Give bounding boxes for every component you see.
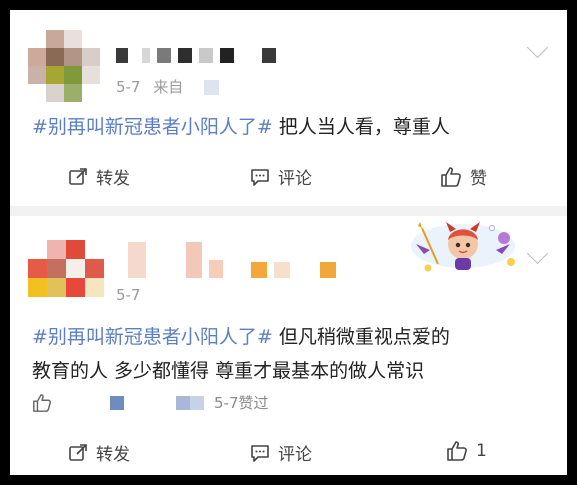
comment-icon	[251, 168, 269, 186]
post-separator	[10, 206, 567, 216]
post-content: #别再叫新冠患者小阳人了# 把人当人看，尊重人	[32, 110, 450, 144]
thumbs-up-icon	[33, 393, 52, 412]
hashtag-link[interactable]: #别再叫新冠患者小阳人了#	[32, 116, 273, 138]
repost-label: 转发	[96, 169, 130, 189]
feed-post[interactable]: 5-7 来自 #别再叫新冠患者小阳人了# 把人当人看，尊重人 转发 评论 赞	[10, 10, 567, 206]
post-date: 5-7	[116, 78, 141, 96]
hashtag-link[interactable]: #别再叫新冠患者小阳人了#	[32, 326, 273, 348]
repost-button[interactable]: 转发	[68, 440, 130, 465]
share-icon	[69, 167, 87, 185]
avatar[interactable]	[28, 240, 104, 297]
post-date: 5-7	[116, 286, 141, 304]
share-icon	[69, 443, 87, 461]
liker-redacted	[190, 395, 204, 410]
like-label: 赞	[470, 169, 487, 189]
liker-redacted	[176, 395, 190, 410]
like-info: 5-7赞过	[214, 394, 269, 412]
chevron-down-icon[interactable]	[526, 242, 549, 265]
username-redacted[interactable]	[116, 48, 276, 63]
feed-post[interactable]: 5-7 #别再叫新冠患者小阳人了# 但凡稍微重视点爱的 教育的人 多少都懂得 尊…	[10, 216, 567, 475]
like-button[interactable]: 赞	[440, 164, 487, 189]
post-content: #别再叫新冠患者小阳人了# 但凡稍微重视点爱的 教育的人 多少都懂得 尊重才最基…	[32, 320, 450, 388]
comment-label: 评论	[278, 169, 312, 189]
screenshot-frame: 5-7 来自 #别再叫新冠患者小阳人了# 把人当人看，尊重人 转发 评论 赞 5…	[10, 10, 567, 475]
repost-button[interactable]: 转发	[68, 164, 130, 189]
comment-label: 评论	[278, 445, 312, 465]
thumbs-up-icon	[447, 441, 467, 461]
source-redacted	[204, 80, 220, 95]
thumbs-up-icon	[441, 166, 461, 187]
post-meta: 5-7 来自	[116, 76, 220, 97]
username-redacted[interactable]	[128, 242, 336, 278]
avatar[interactable]	[28, 30, 100, 102]
source-prefix: 来自	[153, 78, 184, 96]
action-bar: 转发 评论 赞	[10, 156, 567, 196]
comment-icon	[251, 444, 269, 462]
post-text: 把人当人看，尊重人	[272, 116, 450, 138]
action-bar: 转发 评论 1	[10, 434, 567, 474]
comment-button[interactable]: 评论	[250, 164, 312, 189]
like-button[interactable]: 1	[446, 440, 487, 462]
comment-button[interactable]: 评论	[250, 440, 312, 465]
chevron-down-icon[interactable]	[526, 36, 549, 59]
like-count: 1	[476, 441, 487, 461]
liked-by-row: 5-7赞过	[32, 392, 269, 413]
devil-sticker-icon	[411, 222, 515, 272]
post-text-line2: 教育的人 多少都懂得 尊重才最基本的做人常识	[32, 360, 425, 382]
post-meta: 5-7	[116, 286, 141, 304]
liker-redacted	[110, 395, 124, 410]
post-text-line1: 但凡稍微重视点爱的	[272, 326, 450, 348]
repost-label: 转发	[96, 445, 130, 465]
